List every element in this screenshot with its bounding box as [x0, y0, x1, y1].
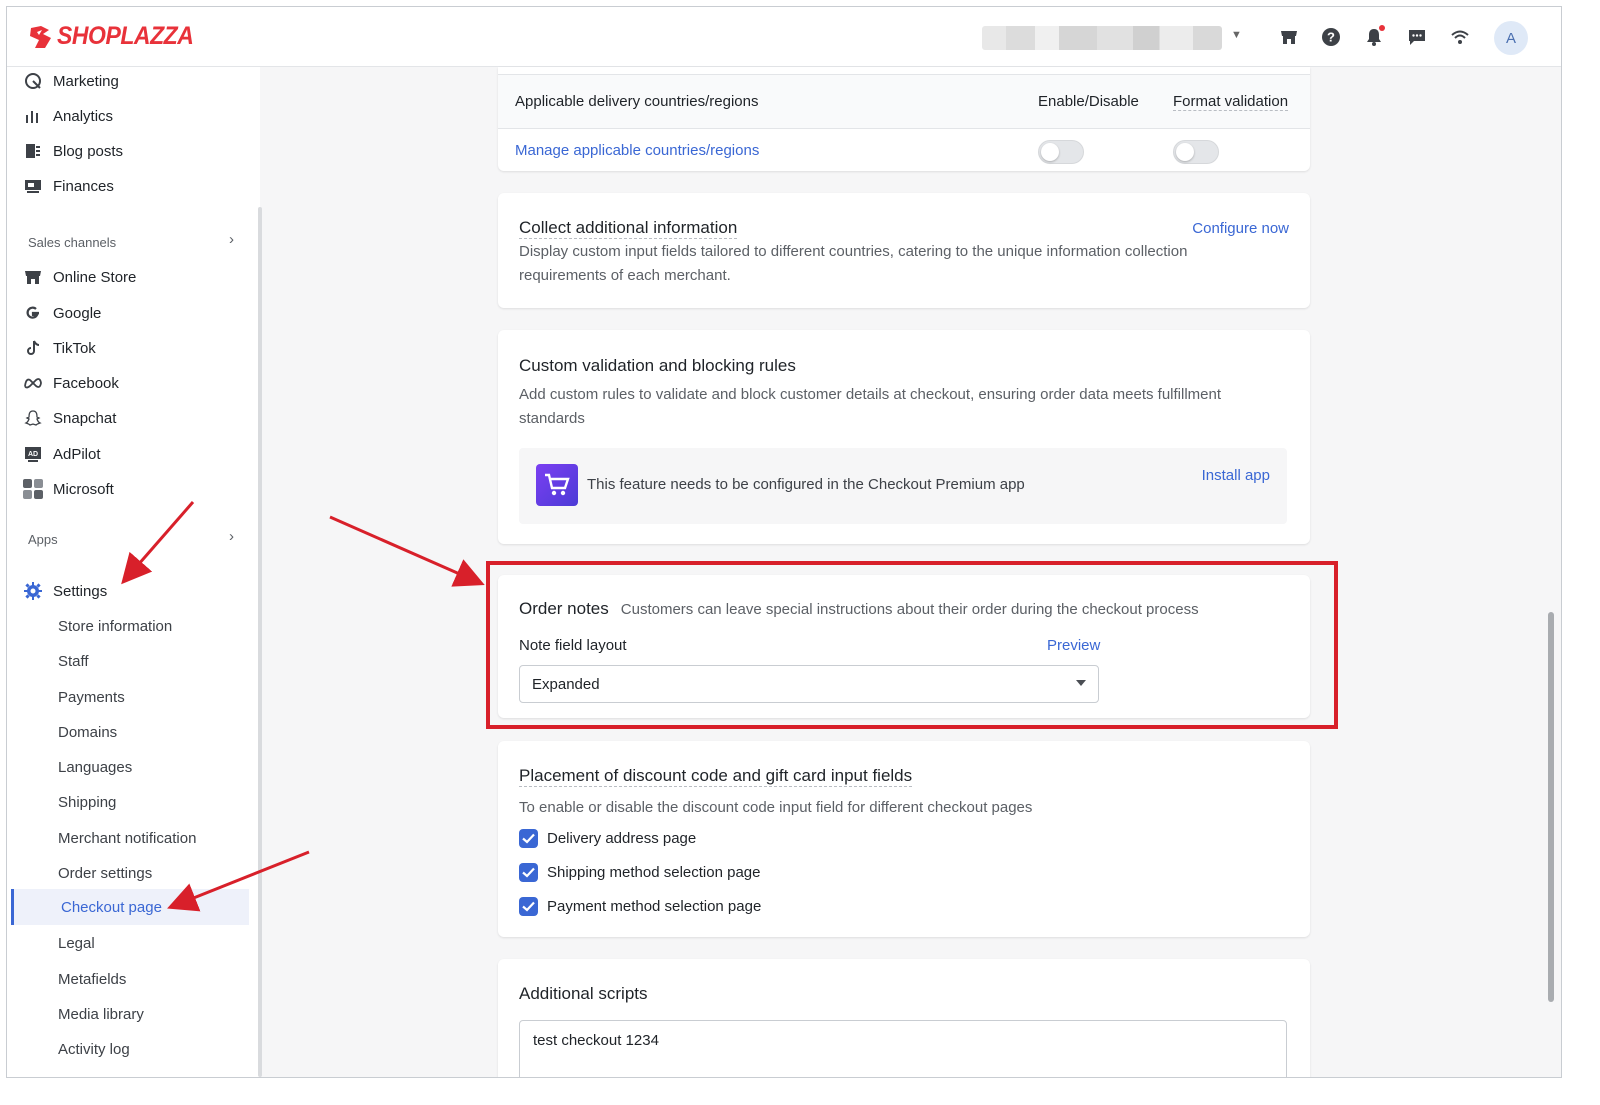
install-app-link[interactable]: Install app [1202, 467, 1270, 484]
sidebar-item-payments[interactable]: Payments [58, 682, 125, 712]
shoplazza-logo-icon [30, 25, 51, 48]
app-window: SHOPLAZZA ▼ ? A Marketing Analytics Blog… [6, 6, 1562, 1078]
online-store-icon[interactable] [1277, 25, 1301, 49]
sidebar-item-microsoft[interactable]: Microsoft [23, 474, 114, 504]
sidebar-item-store-information[interactable]: Store information [58, 611, 172, 641]
sidebar-item-adpilot[interactable]: AD AdPilot [23, 439, 101, 469]
option-delivery-address[interactable]: Delivery address page [519, 829, 696, 848]
additional-scripts-card: Additional scripts test checkout 1234 [498, 959, 1310, 1077]
checkbox-checked-icon[interactable] [519, 897, 538, 916]
sidebar-item-tiktok[interactable]: TikTok [23, 333, 96, 363]
collect-info-title: Collect additional information [519, 218, 738, 239]
sales-channels-label: Sales channels [28, 235, 117, 250]
user-avatar[interactable]: A [1494, 21, 1528, 55]
tiktok-icon [23, 338, 43, 358]
sidebar-item-facebook[interactable]: Facebook [23, 368, 119, 398]
discount-placement-description: To enable or disable the discount code i… [519, 799, 1033, 816]
sidebar-item-settings[interactable]: Settings [23, 576, 107, 606]
sidebar-item-checkout-page[interactable]: Checkout page [11, 889, 249, 925]
brand-logo[interactable]: SHOPLAZZA [27, 22, 205, 51]
analytics-icon [23, 106, 43, 126]
annotation-highlight-box [486, 561, 1338, 729]
adpilot-icon: AD [23, 444, 43, 464]
app-notice-box: This feature needs to be configured in t… [519, 448, 1287, 524]
notification-badge [1379, 25, 1385, 31]
sidebar-item-snapchat[interactable]: Snapchat [23, 403, 116, 433]
sidebar-item-staff[interactable]: Staff [58, 646, 89, 676]
col-header-region: Applicable delivery countries/regions [515, 93, 759, 110]
configure-now-link[interactable]: Configure now [1192, 220, 1289, 237]
checkbox-checked-icon[interactable] [519, 829, 538, 848]
notification-bell-icon[interactable] [1362, 25, 1386, 49]
sidebar-item-finances[interactable]: Finances [23, 171, 114, 201]
collect-info-card: Collect additional information Configure… [498, 193, 1310, 308]
sidebar-item-google[interactable]: Google [23, 298, 101, 328]
messages-icon[interactable] [1405, 25, 1429, 49]
discount-placement-card: Placement of discount code and gift card… [498, 741, 1310, 937]
sidebar-item-analytics[interactable]: Analytics [23, 101, 113, 131]
sidebar-item-merchant-notification[interactable]: Merchant notification [58, 823, 196, 853]
microsoft-icon [23, 479, 43, 499]
sidebar-item-media-library[interactable]: Media library [58, 999, 144, 1029]
top-bar: SHOPLAZZA ▼ ? A [7, 7, 1561, 67]
brand-name: SHOPLAZZA [57, 22, 194, 50]
sidebar-item-languages[interactable]: Languages [58, 752, 132, 782]
meta-icon [23, 373, 43, 393]
apps-chevron-icon[interactable]: › [229, 528, 234, 545]
help-icon[interactable]: ? [1319, 25, 1343, 49]
checkbox-checked-icon[interactable] [519, 863, 538, 882]
additional-scripts-textarea[interactable]: test checkout 1234 [519, 1020, 1287, 1077]
custom-validation-description: Add custom rules to validate and block c… [519, 386, 1222, 427]
svg-text:AD: AD [28, 451, 38, 458]
sidebar-scrollbar[interactable] [258, 207, 262, 1077]
blog-posts-icon [23, 141, 43, 161]
discount-placement-title: Placement of discount code and gift card… [519, 766, 913, 787]
marketing-icon [23, 71, 43, 91]
sidebar-item-domains[interactable]: Domains [58, 717, 117, 747]
delivery-regions-card: Applicable delivery countries/regions En… [498, 67, 1310, 171]
col-header-format: Format validation [1173, 93, 1289, 111]
store-selector[interactable] [982, 26, 1222, 50]
sidebar-item-shipping[interactable]: Shipping [58, 787, 116, 817]
sidebar: Marketing Analytics Blog posts Finances … [7, 66, 260, 1077]
format-validation-toggle[interactable] [1173, 140, 1219, 164]
svg-text:?: ? [1327, 30, 1335, 45]
google-icon [23, 303, 43, 323]
sidebar-item-online-store[interactable]: Online Store [23, 262, 136, 292]
sidebar-item-legal[interactable]: Legal [58, 928, 95, 958]
snapchat-icon [23, 408, 43, 428]
sidebar-item-order-settings[interactable]: Order settings [58, 858, 152, 888]
sidebar-item-activity-log[interactable]: Activity log [58, 1034, 130, 1064]
app-notice-text: This feature needs to be configured in t… [587, 476, 1025, 493]
page-scrollbar-thumb[interactable] [1548, 612, 1554, 1002]
col-header-enable: Enable/Disable [1038, 93, 1139, 110]
finances-icon [23, 176, 43, 196]
wifi-icon[interactable] [1448, 25, 1472, 49]
collect-info-description: Display custom input fields tailored to … [519, 243, 1188, 284]
option-shipping-method[interactable]: Shipping method selection page [519, 863, 761, 882]
option-payment-method[interactable]: Payment method selection page [519, 897, 761, 916]
sidebar-item-marketing[interactable]: Marketing [23, 66, 119, 96]
settings-gear-icon [23, 581, 43, 601]
store-selector-caret-icon[interactable]: ▼ [1231, 29, 1242, 41]
enable-toggle[interactable] [1038, 140, 1084, 164]
custom-validation-card: Custom validation and blocking rules Add… [498, 330, 1310, 544]
additional-scripts-title: Additional scripts [519, 984, 648, 1003]
sidebar-item-blog-posts[interactable]: Blog posts [23, 136, 123, 166]
manage-regions-link[interactable]: Manage applicable countries/regions [515, 142, 759, 159]
custom-validation-title: Custom validation and blocking rules [519, 356, 796, 375]
checkout-premium-cart-icon [536, 464, 578, 506]
store-icon [23, 267, 43, 287]
sidebar-item-metafields[interactable]: Metafields [58, 964, 126, 994]
apps-label: Apps [28, 532, 58, 547]
sales-channels-chevron-icon[interactable]: › [229, 231, 234, 248]
